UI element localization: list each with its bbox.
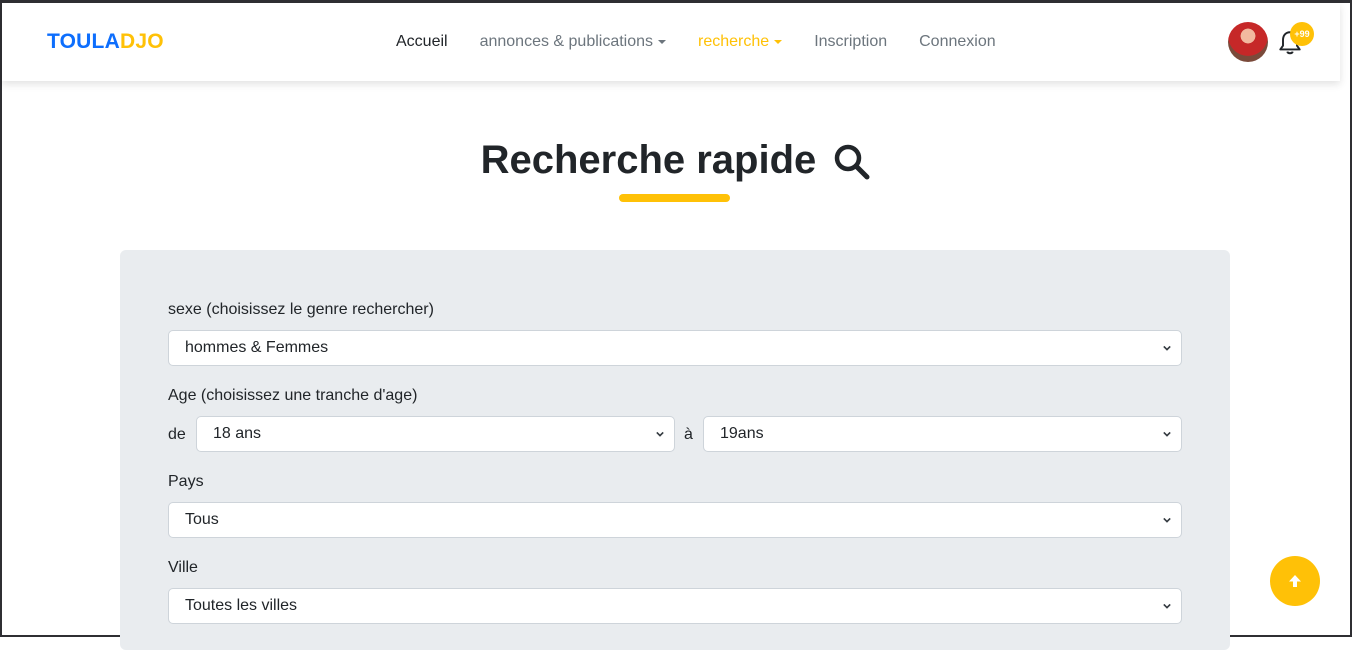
title-underline xyxy=(619,194,730,202)
nav-link-announcements[interactable]: annonces & publications xyxy=(479,33,667,51)
nav-links: Accueil annonces & publications recherch… xyxy=(396,33,1028,51)
nav-link-home[interactable]: Accueil xyxy=(396,33,448,51)
age-from-select[interactable]: 18 ans xyxy=(196,416,675,452)
age-to-select[interactable]: 19ans xyxy=(703,416,1182,452)
country-select-value: Tous xyxy=(185,511,219,528)
chevron-down-icon xyxy=(1163,517,1171,523)
chevron-down-icon xyxy=(1163,431,1171,437)
scroll-to-top-button[interactable] xyxy=(1270,556,1320,606)
search-icon xyxy=(835,145,870,180)
city-label: Ville xyxy=(168,559,198,576)
window-frame-left xyxy=(0,0,2,637)
notification-badge: +99 xyxy=(1290,22,1314,46)
sex-label: sexe (choisissez le genre rechercher) xyxy=(168,301,434,318)
city-select[interactable]: Toutes les villes xyxy=(168,588,1182,624)
user-avatar[interactable] xyxy=(1228,22,1268,62)
chevron-down-icon xyxy=(1163,345,1171,351)
brand-logo[interactable]: TOULADJO xyxy=(47,30,164,54)
nav-link-signup[interactable]: Inscription xyxy=(814,33,887,51)
chevron-down-icon xyxy=(1163,603,1171,609)
caret-down-icon xyxy=(774,40,783,44)
city-select-value: Toutes les villes xyxy=(185,597,298,614)
chevron-down-icon xyxy=(656,431,664,437)
brand-logo-part1: TOULA xyxy=(47,30,120,53)
sex-select[interactable]: hommes & Femmes xyxy=(168,330,1182,366)
nav-link-announcements-label: annonces & publications xyxy=(479,33,654,50)
nav-link-search-label: recherche xyxy=(698,33,770,50)
brand-logo-part2: DJO xyxy=(119,30,164,53)
age-to-label: à xyxy=(684,426,693,443)
top-navbar: TOULADJO Accueil annonces & publications… xyxy=(2,3,1340,81)
age-to-value: 19ans xyxy=(720,425,764,442)
age-label: Age (choisissez une tranche d'age) xyxy=(168,387,418,404)
caret-down-icon xyxy=(658,40,667,44)
nav-link-search[interactable]: recherche xyxy=(698,33,783,51)
sex-select-value: hommes & Femmes xyxy=(185,339,329,356)
age-from-label: de xyxy=(168,426,186,443)
age-from-value: 18 ans xyxy=(213,425,262,442)
page-title: Recherche rapide xyxy=(480,138,817,182)
country-select[interactable]: Tous xyxy=(168,502,1182,538)
arrow-up-icon xyxy=(1289,575,1301,587)
page-title-row: Recherche rapide xyxy=(0,138,1352,183)
country-label: Pays xyxy=(168,473,204,490)
nav-link-login[interactable]: Connexion xyxy=(919,33,996,51)
